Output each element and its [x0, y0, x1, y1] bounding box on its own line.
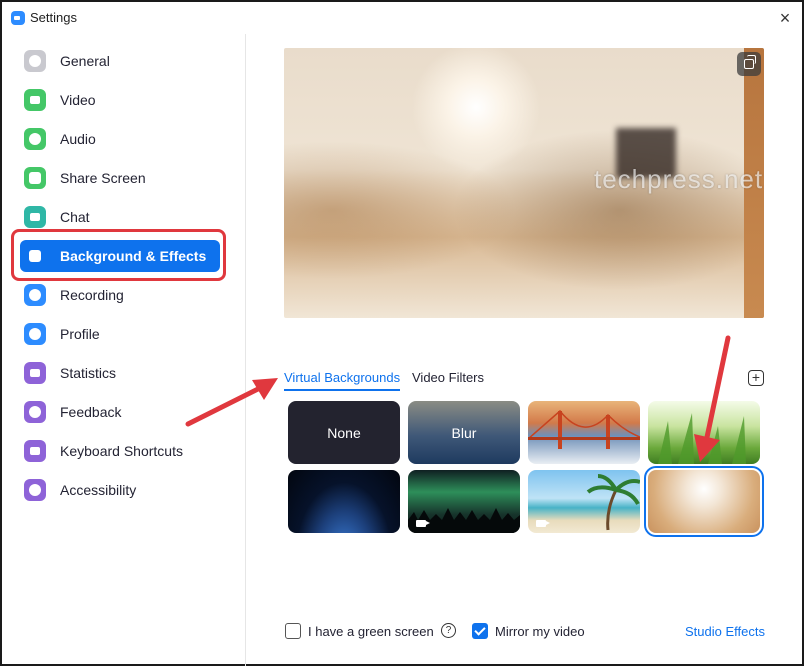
profile-icon [24, 323, 46, 345]
sidebar-item-label: Share Screen [60, 170, 146, 186]
tab-video-filters[interactable]: Video Filters [412, 370, 484, 385]
title-bar: Settings × [2, 2, 802, 34]
feedback-smiley-icon [24, 401, 46, 423]
sidebar-item-recording[interactable]: Recording [20, 279, 220, 311]
green-screen-label: I have a green screen [308, 624, 434, 639]
close-button[interactable]: × [774, 7, 796, 29]
sidebar-item-label: Profile [60, 326, 100, 342]
zoom-app-icon [11, 11, 25, 25]
highlight-annotation-box [11, 229, 226, 281]
sidebar-item-statistics[interactable]: Statistics [20, 357, 220, 389]
sidebar-item-video[interactable]: Video [20, 84, 220, 116]
sidebar-item-label: Accessibility [60, 482, 137, 498]
studio-effects-link[interactable]: Studio Effects [685, 624, 765, 639]
accessibility-icon [24, 479, 46, 501]
chat-bubble-icon [24, 206, 46, 228]
sidebar-item-label: Recording [60, 287, 124, 303]
video-camera-icon [24, 89, 46, 111]
tab-virtual-backgrounds[interactable]: Virtual Backgrounds [284, 370, 401, 391]
video-preview: techpress.net [284, 48, 764, 318]
copy-icon[interactable] [737, 52, 761, 76]
add-background-button[interactable]: + [748, 370, 764, 386]
sidebar-item-audio[interactable]: Audio [20, 123, 220, 155]
mirror-video-checkbox[interactable] [472, 623, 488, 639]
sidebar-item-share-screen[interactable]: Share Screen [20, 162, 220, 194]
bridge-illustration [528, 409, 640, 449]
background-earth-from-space[interactable] [288, 470, 400, 533]
sidebar-item-label: Keyboard Shortcuts [60, 443, 183, 459]
share-screen-icon [24, 167, 46, 189]
sidebar-item-label: Video [60, 92, 96, 108]
sidebar-item-label: Statistics [60, 365, 117, 381]
background-blur[interactable]: Blur [408, 401, 520, 464]
window-title: Settings [30, 10, 77, 25]
keyboard-icon [24, 440, 46, 462]
background-aurora-video[interactable] [408, 470, 520, 533]
sidebar-item-label: Chat [60, 209, 90, 225]
settings-sidebar: General Video Audio Share Screen Chat Ba… [2, 34, 246, 666]
watermark-text: techpress.net [594, 164, 764, 194]
background-none[interactable]: None [288, 401, 400, 464]
sidebar-item-general[interactable]: General [20, 45, 220, 77]
sidebar-item-label: General [60, 53, 110, 69]
sidebar-item-label: Feedback [60, 404, 122, 420]
record-icon [24, 284, 46, 306]
sidebar-item-label: Audio [60, 131, 96, 147]
sidebar-item-feedback[interactable]: Feedback [20, 396, 220, 428]
background-golden-gate-bridge[interactable] [528, 401, 640, 464]
sidebar-item-keyboard-shortcuts[interactable]: Keyboard Shortcuts [20, 435, 220, 467]
grass-illustration [658, 413, 746, 464]
mirror-video-label: Mirror my video [495, 624, 585, 639]
video-icon [416, 520, 430, 527]
video-icon [536, 520, 550, 527]
background-beach-video[interactable] [528, 470, 640, 533]
settings-window: Settings × General Video Audio Share Scr… [0, 0, 804, 666]
thumb-label: None [327, 424, 361, 441]
headphones-icon [24, 128, 46, 150]
sidebar-item-accessibility[interactable]: Accessibility [20, 474, 220, 506]
background-grass[interactable] [648, 401, 760, 464]
thumb-label: Blur [451, 424, 477, 441]
statistics-icon [24, 362, 46, 384]
background-living-room[interactable] [644, 466, 764, 537]
green-screen-checkbox[interactable] [285, 623, 301, 639]
sidebar-item-profile[interactable]: Profile [20, 318, 220, 350]
gear-icon [24, 50, 46, 72]
help-question-icon[interactable]: ? [441, 623, 456, 638]
